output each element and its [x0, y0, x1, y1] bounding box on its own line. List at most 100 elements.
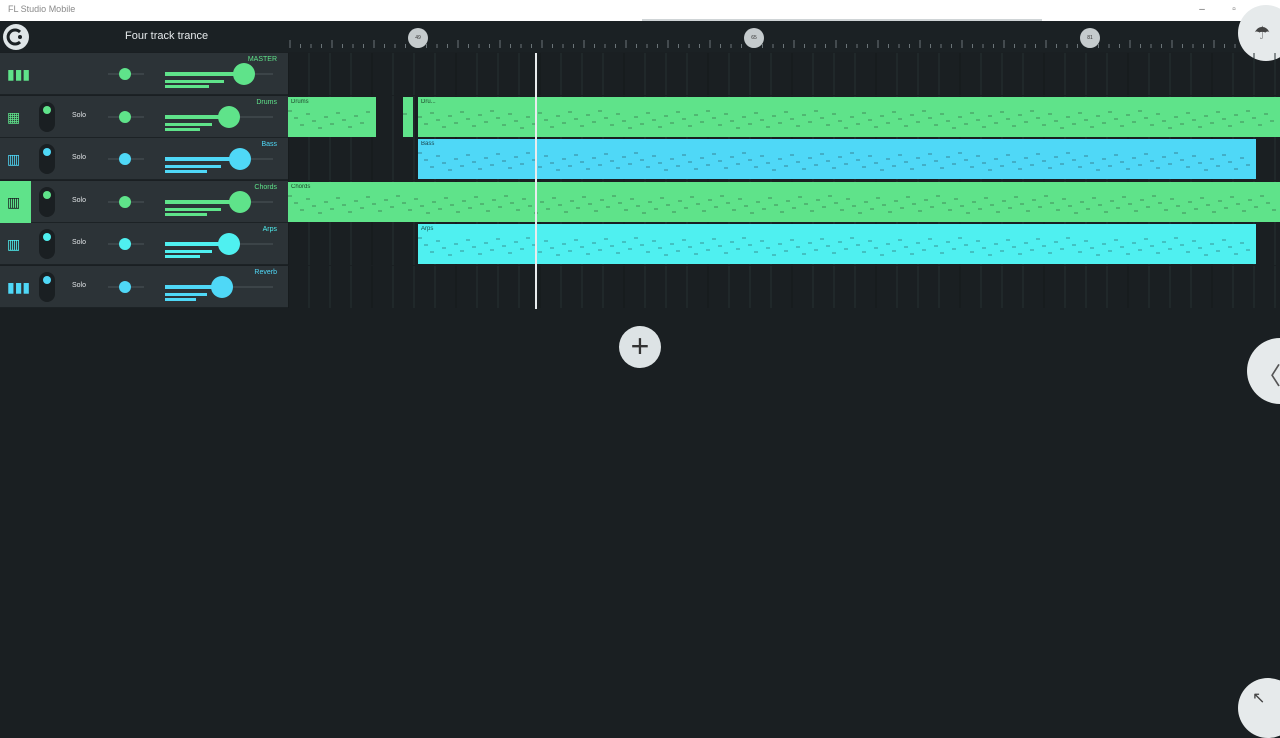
track-panel: ▮▮▮ MASTER	[0, 53, 288, 95]
level-meter	[165, 298, 196, 301]
track-lane[interactable]: Bass	[288, 138, 1280, 181]
level-meter	[165, 85, 209, 88]
track-chords: ▥ Solo Chords Chords	[0, 180, 1280, 223]
mute-indicator	[43, 276, 51, 284]
volume-fill	[165, 72, 239, 76]
corner-icon: ☂	[1254, 23, 1271, 43]
track-panel: ▥ Solo Bass	[0, 138, 288, 181]
pattern-clip[interactable]: Drums	[288, 96, 376, 137]
solo-button[interactable]: Solo	[72, 239, 86, 246]
pan-knob[interactable]	[119, 195, 131, 208]
track-name: Drums	[256, 98, 277, 106]
mixer-icon: ▮▮▮	[7, 66, 31, 82]
pattern-clip[interactable]: Dru...	[418, 96, 1280, 137]
track-bass: ▥ Solo Bass Bass	[0, 138, 1280, 181]
solo-button[interactable]: Solo	[72, 197, 86, 204]
level-meter	[165, 207, 221, 211]
instrument-button[interactable]: ▦	[0, 96, 31, 138]
level-meter	[165, 170, 207, 174]
pan-knob[interactable]	[119, 238, 131, 251]
keyboard-icon: ▥	[7, 236, 21, 253]
ruler-marker[interactable]: 65	[744, 28, 764, 48]
clip-label: Bass	[421, 141, 435, 148]
track-lane[interactable]	[288, 266, 1280, 308]
mute-toggle[interactable]	[39, 272, 55, 302]
pattern-clip[interactable]: Arps	[418, 224, 1256, 265]
track-lane[interactable]: Drums Dru...	[288, 95, 1280, 138]
playhead[interactable]	[535, 53, 537, 309]
window-titlebar: FL Studio Mobile – ▫ ✕	[0, 0, 1280, 21]
clip-notes	[418, 110, 1274, 129]
volume-fill	[165, 157, 235, 162]
track-lane[interactable]: Arps	[288, 223, 1280, 266]
instrument-button[interactable]: ▥	[0, 138, 31, 180]
clip-label: Arps	[421, 226, 434, 233]
app-logo-icon[interactable]	[3, 24, 29, 50]
ruler-marker[interactable]: 81	[1080, 28, 1100, 48]
mute-indicator	[43, 190, 51, 199]
track-master: ▮▮▮ MASTER	[0, 53, 1280, 95]
track-panel: ▥ Solo Arps	[0, 223, 288, 266]
level-meter	[165, 293, 207, 296]
mute-toggle[interactable]	[39, 186, 55, 217]
clip-label: Drums	[291, 98, 309, 105]
lane-grid	[288, 266, 1276, 308]
expand-button[interactable]: ↖	[1238, 678, 1280, 738]
pan-knob[interactable]	[119, 153, 131, 166]
volume-knob[interactable]	[233, 63, 255, 85]
instrument-button[interactable]: ▮▮▮	[0, 53, 31, 95]
pattern-clip[interactable]: Chords	[288, 181, 1280, 222]
timeline-ruler[interactable]: 49 65 81	[288, 21, 1280, 52]
ruler-marker[interactable]: 49	[408, 28, 428, 48]
mute-indicator	[43, 233, 51, 242]
clip-notes	[418, 237, 1250, 256]
pattern-clip[interactable]	[403, 96, 413, 137]
level-meter	[165, 80, 224, 83]
ruler-ticks	[289, 40, 1278, 48]
window-title: FL Studio Mobile	[8, 4, 76, 14]
pattern-clip[interactable]: Bass	[418, 139, 1256, 180]
volume-knob[interactable]	[211, 276, 233, 298]
pan-knob[interactable]	[119, 281, 131, 293]
volume-knob[interactable]	[218, 105, 240, 128]
track-reverb: ▮▮▮ Solo Reverb	[0, 266, 1280, 308]
track-arps: ▥ Solo Arps Arps	[0, 223, 1280, 266]
clip-label: Chords	[291, 183, 311, 190]
solo-button[interactable]: Solo	[72, 282, 86, 289]
level-meter	[165, 250, 212, 254]
track-name: Reverb	[254, 269, 277, 276]
keyboard-icon: ▥	[7, 151, 21, 168]
track-name: Chords	[254, 183, 277, 191]
side-panel-button[interactable]: 〈	[1247, 338, 1280, 404]
project-title: Four track trance	[125, 30, 209, 42]
mute-toggle[interactable]	[39, 144, 55, 175]
add-track-button[interactable]: +	[619, 326, 661, 368]
track-drums: ▦ Solo Drums Drums Dru...	[0, 95, 1280, 138]
solo-button[interactable]: Solo	[72, 154, 86, 161]
mute-toggle[interactable]	[39, 101, 55, 132]
instrument-button[interactable]: ▥	[0, 223, 31, 265]
clip-notes	[418, 152, 1250, 171]
volume-fill	[165, 242, 224, 247]
mute-toggle[interactable]	[39, 229, 55, 260]
track-lane[interactable]: Chords	[288, 180, 1280, 223]
level-meter	[165, 122, 212, 126]
mute-indicator	[43, 148, 51, 157]
track-panel: ▥ Solo Chords	[0, 180, 288, 223]
track-panel: ▮▮▮ Solo Reverb	[0, 266, 288, 308]
minimize-button[interactable]: –	[1188, 2, 1216, 18]
volume-fill	[165, 114, 224, 119]
volume-knob[interactable]	[229, 148, 251, 171]
pan-knob[interactable]	[119, 68, 131, 80]
volume-knob[interactable]	[218, 233, 240, 256]
level-meter	[165, 165, 221, 169]
volume-knob[interactable]	[229, 190, 251, 213]
chevron-left-icon: 〈	[1257, 363, 1280, 390]
instrument-button[interactable]: ▥	[0, 180, 31, 223]
instrument-button[interactable]: ▮▮▮	[0, 266, 31, 308]
volume-fill	[165, 199, 235, 204]
solo-button[interactable]: Solo	[72, 112, 86, 119]
pan-knob[interactable]	[119, 110, 131, 123]
track-lane[interactable]	[288, 53, 1280, 95]
clip-notes	[288, 195, 1276, 214]
